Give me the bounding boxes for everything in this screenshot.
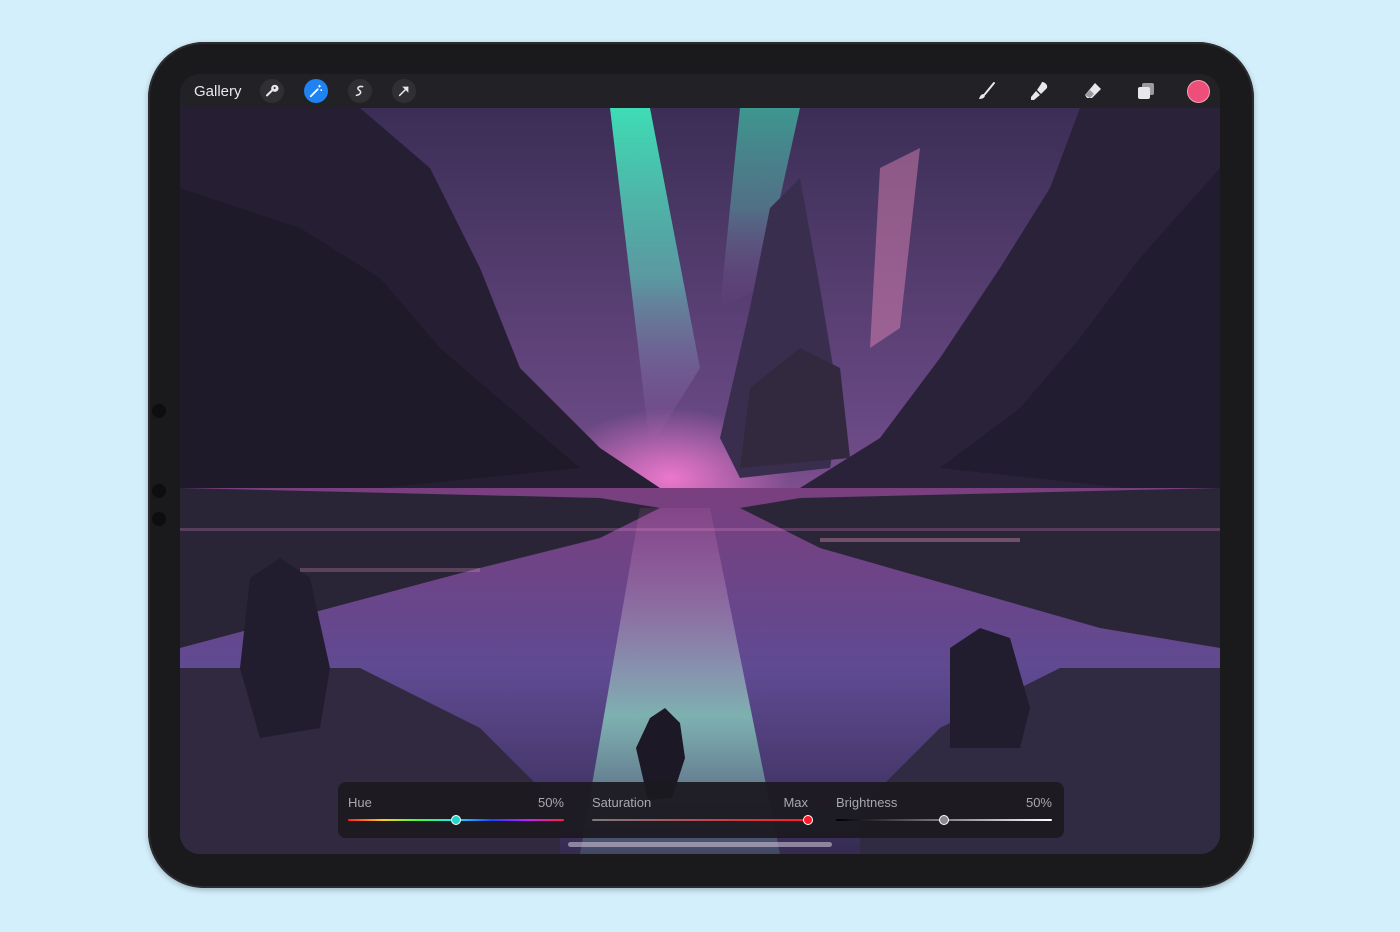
saturation-label: Saturation bbox=[592, 795, 652, 810]
sensor-dot bbox=[152, 484, 166, 498]
sensor-dot bbox=[152, 512, 166, 526]
gallery-button[interactable]: Gallery bbox=[194, 83, 242, 100]
brush-icon[interactable] bbox=[974, 78, 1000, 104]
saturation-thumb[interactable] bbox=[803, 815, 813, 825]
saturation-value: Max bbox=[783, 795, 808, 810]
brightness-thumb[interactable] bbox=[939, 815, 949, 825]
hue-thumb[interactable] bbox=[451, 815, 461, 825]
saturation-slider[interactable]: Saturation Max bbox=[592, 782, 813, 838]
layers-icon[interactable] bbox=[1133, 78, 1159, 104]
hue-value: 50% bbox=[537, 795, 564, 810]
brightness-label: Brightness bbox=[836, 795, 898, 810]
tool-group bbox=[947, 74, 1210, 108]
painting-canvas[interactable] bbox=[180, 108, 1220, 854]
saturation-track[interactable] bbox=[592, 819, 808, 821]
adjustments-panel: Hue 50% Saturation Max Brightness 50% bbox=[338, 782, 1064, 838]
brightness-value: 50% bbox=[1025, 795, 1052, 810]
selection-icon[interactable] bbox=[347, 79, 372, 103]
camera-dot bbox=[152, 404, 166, 418]
smudge-icon[interactable] bbox=[1027, 78, 1053, 104]
color-swatch[interactable] bbox=[1187, 79, 1210, 103]
app-screen: Gallery Hue 50% Saturation Max Brightnes… bbox=[180, 74, 1220, 854]
top-toolbar: Gallery bbox=[180, 74, 1220, 108]
home-indicator bbox=[568, 842, 832, 847]
wrench-icon[interactable] bbox=[259, 79, 284, 103]
transform-arrow-icon[interactable] bbox=[391, 79, 416, 103]
magic-wand-icon[interactable] bbox=[303, 79, 328, 103]
hue-slider[interactable]: Hue 50% bbox=[348, 782, 564, 838]
hue-label: Hue bbox=[348, 795, 372, 810]
eraser-icon[interactable] bbox=[1080, 78, 1106, 104]
brightness-slider[interactable]: Brightness 50% bbox=[836, 782, 1052, 838]
